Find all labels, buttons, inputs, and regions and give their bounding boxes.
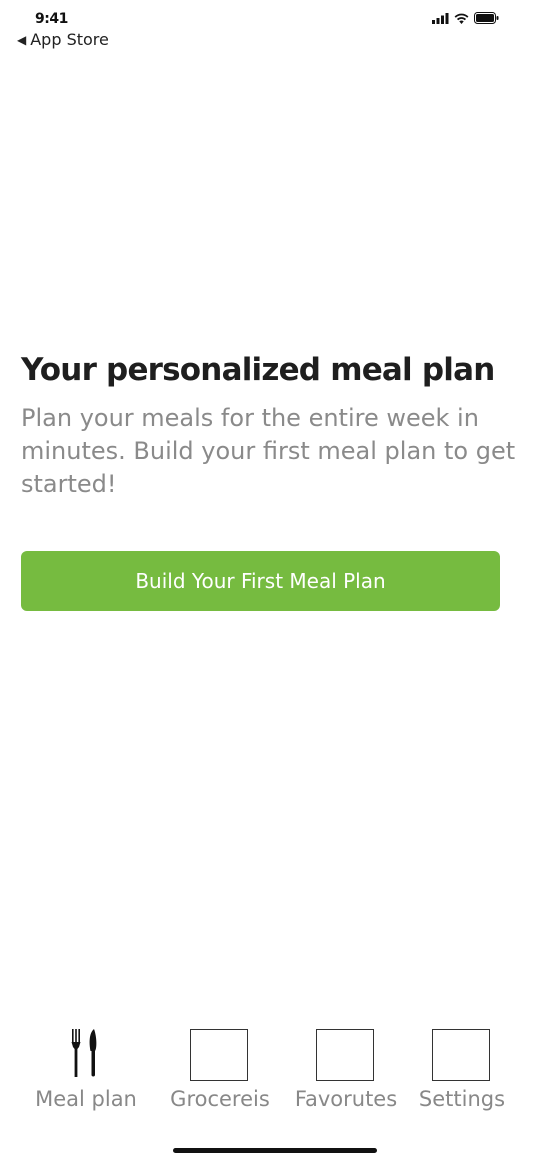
battery-icon	[474, 12, 499, 24]
wifi-icon	[454, 13, 469, 24]
tab-bar: Meal plan Grocereis Favorutes Settings	[0, 1025, 549, 1125]
page-subtitle: Plan your meals for the entire week in m…	[21, 404, 516, 498]
back-link-label: App Store	[30, 30, 109, 49]
status-icons	[432, 11, 499, 25]
status-time: 9:41	[35, 11, 68, 27]
page-title: Your personalized meal plan	[21, 352, 495, 388]
home-indicator[interactable]	[173, 1148, 377, 1153]
tab-groceries[interactable]: Grocereis	[155, 1025, 285, 1115]
placeholder-box-icon	[432, 1029, 490, 1081]
placeholder-box-icon	[190, 1029, 248, 1081]
back-triangle-icon: ◀	[17, 32, 27, 47]
tab-settings[interactable]: Settings	[397, 1025, 527, 1115]
tab-label: Meal plan	[35, 1087, 137, 1111]
tab-label: Settings	[418, 1087, 506, 1111]
build-meal-plan-button[interactable]: Build Your First Meal Plan	[21, 551, 500, 611]
tab-meal-plan[interactable]: Meal plan	[21, 1025, 151, 1115]
back-to-app-store-link[interactable]: ◀ App Store	[17, 30, 109, 49]
placeholder-box-icon	[316, 1029, 374, 1081]
tab-label: Favorutes	[294, 1087, 398, 1111]
tab-favourites[interactable]: Favorutes	[281, 1025, 411, 1115]
fork-knife-icon	[71, 1029, 97, 1077]
cellular-signal-icon	[432, 12, 449, 24]
tab-label: Grocereis	[170, 1087, 270, 1111]
